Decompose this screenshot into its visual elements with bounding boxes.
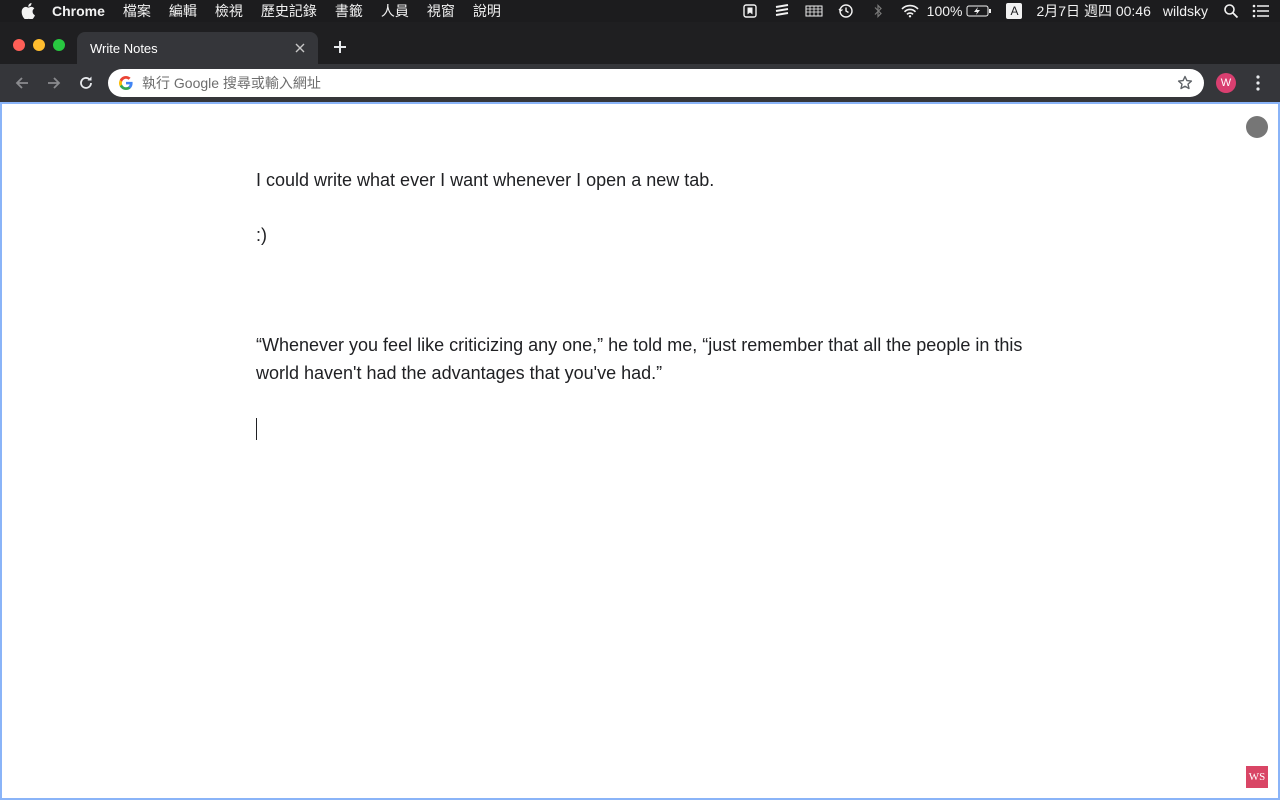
forward-arrow-icon[interactable] — [43, 72, 65, 94]
keyboard-grid-icon[interactable] — [805, 3, 823, 19]
page-content: I could write what ever I want whenever … — [0, 102, 1280, 800]
menu-edit[interactable]: 編輯 — [169, 0, 197, 22]
window-close-button[interactable] — [13, 39, 25, 51]
back-arrow-icon[interactable] — [11, 72, 33, 94]
bluetooth-icon[interactable] — [869, 3, 887, 19]
clock-text[interactable]: 2月7日 週四 00:46 — [1036, 1, 1150, 21]
user-name[interactable]: wildsky — [1163, 3, 1208, 19]
battery-icon[interactable] — [966, 3, 992, 19]
new-tab-button[interactable] — [330, 37, 350, 57]
menu-view[interactable]: 檢視 — [215, 0, 243, 22]
omnibox-input[interactable] — [142, 75, 1176, 91]
note-paragraph-3[interactable] — [256, 276, 1026, 304]
tab-write-notes[interactable]: Write Notes — [77, 32, 318, 64]
ws-badge[interactable]: WS — [1246, 766, 1268, 788]
macos-menu-bar: Chrome 檔案 編輯 檢視 歷史記錄 書籤 人員 視窗 說明 100% A … — [0, 0, 1280, 22]
input-method-icon[interactable]: A — [1006, 3, 1023, 19]
text-caret — [256, 418, 257, 441]
window-minimize-button[interactable] — [33, 39, 45, 51]
settings-dot-button[interactable] — [1246, 116, 1268, 138]
menu-app-chrome[interactable]: Chrome — [52, 0, 105, 22]
note-paragraph-4[interactable]: “Whenever you feel like criticizing any … — [256, 331, 1026, 387]
close-icon[interactable] — [292, 40, 308, 56]
note-paragraph-1[interactable]: I could write what ever I want whenever … — [256, 166, 1026, 194]
google-g-icon — [118, 75, 134, 91]
note-paragraph-2[interactable]: :) — [256, 221, 1026, 249]
wifi-icon[interactable] — [901, 3, 919, 19]
window-zoom-button[interactable] — [53, 39, 65, 51]
profile-avatar[interactable]: W — [1216, 73, 1236, 93]
browser-toolbar: W — [0, 64, 1280, 102]
menu-file[interactable]: 檔案 — [123, 0, 151, 22]
battery-percent: 100% — [926, 3, 963, 19]
status-area: 100% A 2月7日 週四 00:46 wildsky — [727, 0, 1270, 22]
bookmark-star-icon[interactable] — [1176, 74, 1194, 92]
menu-help[interactable]: 說明 — [473, 0, 501, 22]
stack-icon[interactable] — [773, 3, 791, 19]
spotlight-search-icon[interactable] — [1222, 3, 1240, 19]
menu-window[interactable]: 視窗 — [427, 0, 455, 22]
apple-icon[interactable] — [20, 3, 36, 19]
menu-bookmarks[interactable]: 書籤 — [335, 0, 363, 22]
note-caret-line[interactable] — [256, 414, 1026, 442]
tab-title: Write Notes — [90, 40, 158, 56]
menu-history[interactable]: 歷史記錄 — [261, 0, 317, 22]
address-bar[interactable] — [108, 69, 1204, 97]
time-machine-icon[interactable] — [837, 3, 855, 19]
notification-center-icon[interactable] — [1252, 3, 1270, 19]
reload-icon[interactable] — [75, 72, 97, 94]
tab-strip: Write Notes — [0, 22, 1280, 64]
kebab-menu-icon[interactable] — [1250, 73, 1266, 93]
bookmark-app-icon[interactable] — [741, 3, 759, 19]
menu-people[interactable]: 人員 — [381, 0, 409, 22]
notes-editor[interactable]: I could write what ever I want whenever … — [256, 166, 1026, 469]
